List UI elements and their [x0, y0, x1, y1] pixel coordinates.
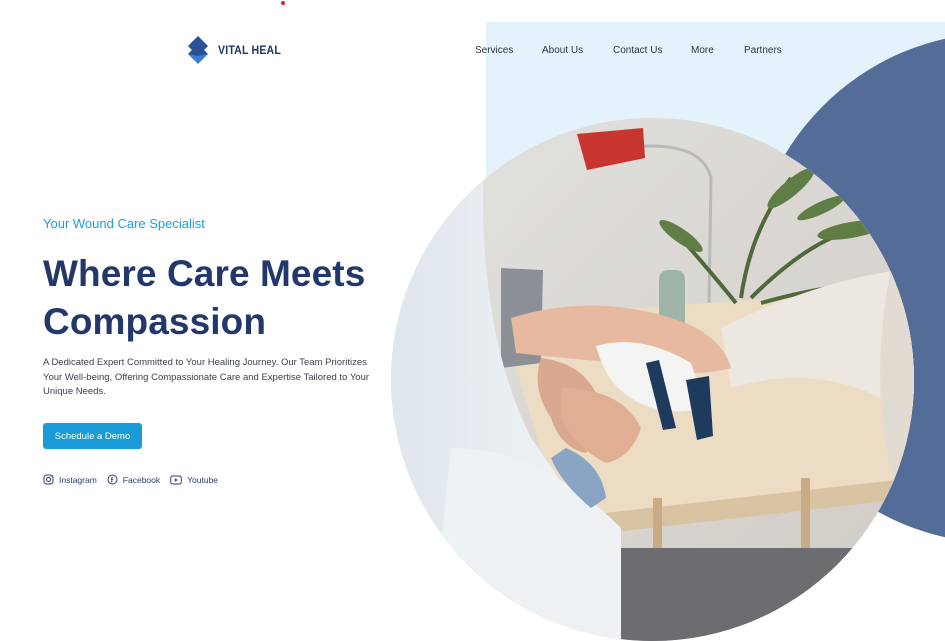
- hero-title-line2: Compassion: [43, 301, 267, 342]
- social-link-youtube[interactable]: Youtube: [170, 475, 218, 485]
- brand-name: VITAL HEAL: [218, 43, 281, 57]
- brand-logo[interactable]: VITAL HEAL: [186, 36, 290, 64]
- social-label-instagram: Instagram: [59, 474, 97, 485]
- hero-description: A Dedicated Expert Committed to Your Hea…: [43, 357, 370, 397]
- hero-title-line1: Where Care Meets: [43, 253, 366, 294]
- diamond-logo-icon: [188, 36, 208, 64]
- status-dot: [281, 1, 285, 5]
- youtube-icon: [170, 475, 182, 484]
- nav-item-services[interactable]: Services: [475, 45, 513, 56]
- hero-title: Where Care Meets Compassion: [43, 250, 365, 346]
- social-label-youtube: Youtube: [187, 474, 219, 485]
- social-links: Instagram Facebook Youtube: [43, 474, 228, 485]
- doctor-fitting-wrist-brace-photo: [391, 118, 914, 641]
- nav-item-partners[interactable]: Partners: [744, 45, 782, 56]
- hero-kicker: Your Wound Care Specialist: [43, 216, 205, 231]
- schedule-demo-button[interactable]: Schedule a Demo: [43, 423, 142, 449]
- social-link-instagram[interactable]: Instagram: [43, 474, 97, 485]
- nav-item-more[interactable]: More: [691, 45, 714, 56]
- instagram-icon: [43, 474, 54, 485]
- hero-photo: [391, 118, 914, 641]
- nav-item-about-us[interactable]: About Us: [542, 45, 583, 56]
- nav-item-contact-us[interactable]: Contact Us: [613, 45, 662, 56]
- social-link-facebook[interactable]: Facebook: [107, 474, 160, 485]
- facebook-icon: [107, 474, 118, 485]
- social-label-facebook: Facebook: [122, 474, 161, 485]
